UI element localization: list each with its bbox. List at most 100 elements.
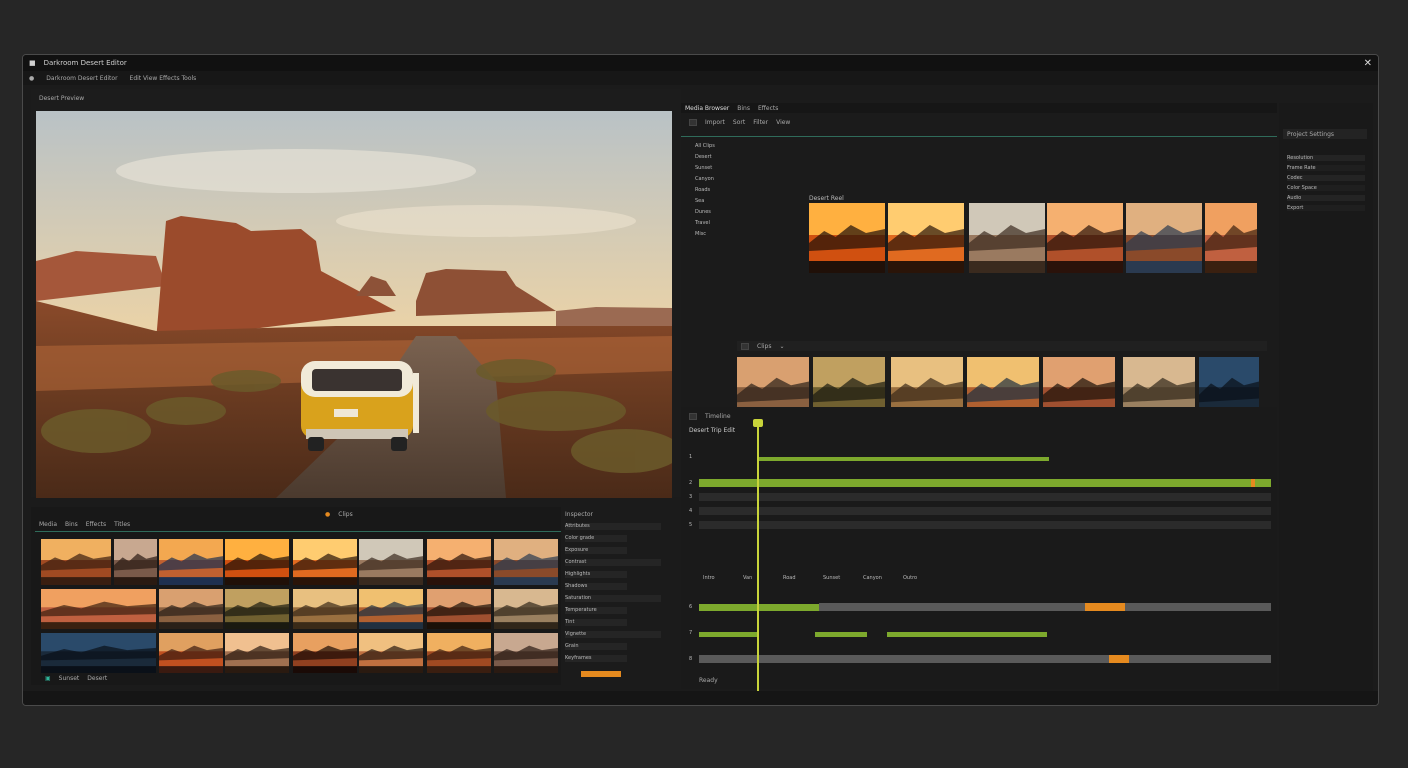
library-thumbnail[interactable] [1205,203,1257,273]
clip-thumbnail[interactable] [159,539,223,585]
close-icon[interactable]: ✕ [1364,58,1372,69]
timeline-marker[interactable]: Road [783,575,796,581]
timeline-track[interactable] [699,453,1271,461]
menu-item-edit[interactable]: Edit View Effects Tools [130,75,197,82]
settings-row[interactable]: Frame Rate [1287,165,1365,171]
clip-thumbnail[interactable] [359,539,423,585]
inspector-row[interactable]: Exposure [565,547,627,554]
sidebar-item[interactable]: Misc [695,231,706,237]
toolbar-filter[interactable]: Filter [753,119,768,126]
sidebar-item[interactable]: Sea [695,198,704,204]
library-thumbnail[interactable] [969,203,1045,273]
tab-lib-effects[interactable]: Effects [758,105,778,112]
timeline-marker[interactable]: Van [743,575,752,581]
tab-media-browser[interactable]: Media Browser [685,105,729,112]
clip-thumbnail[interactable] [114,539,157,585]
inspector-row[interactable]: Attributes [565,523,661,530]
timeline-track[interactable] [699,603,1271,611]
marker-clip[interactable] [1109,655,1129,663]
clip-thumbnail[interactable] [494,633,558,673]
toolbar-view[interactable]: View [776,119,790,126]
clip-thumbnail[interactable] [427,633,491,673]
sidebar-item[interactable]: Travel [695,220,710,226]
library-thumbnail[interactable] [1126,203,1202,273]
library-thumbnail[interactable] [888,203,964,273]
clip-thumbnail[interactable] [159,589,223,629]
clip-thumbnail[interactable] [359,589,423,629]
timeline-marker[interactable]: Sunset [823,575,840,581]
import-icon[interactable] [689,118,697,126]
tab-lib-bins[interactable]: Bins [737,105,750,112]
inspector-row[interactable]: Vignette [565,631,661,638]
timeline-marker[interactable]: Outro [903,575,917,581]
clip-thumbnail[interactable] [427,589,491,629]
toolbar-sort[interactable]: Sort [733,119,745,126]
audio-clip[interactable] [819,603,1271,611]
grid-icon[interactable]: ▣ [45,675,51,682]
clip-thumbnail[interactable] [494,539,558,585]
inspector-row[interactable]: Contrast [565,559,661,566]
inspector-row[interactable]: Grain [565,643,627,650]
inspector-row[interactable]: Color grade [565,535,627,542]
inspector-row[interactable]: Temperature [565,607,627,614]
timeline-track[interactable] [699,655,1271,663]
audio-waveform[interactable] [887,632,1047,637]
settings-row[interactable]: Color Space [1287,185,1365,191]
inspector-row[interactable]: Tint [565,619,627,626]
menu-item-project[interactable]: Darkroom Desert Editor [46,75,117,82]
timeline-marker[interactable]: Intro [703,575,715,581]
clip-thumbnail[interactable] [225,539,289,585]
timeline-track[interactable] [699,493,1271,501]
inspector-row[interactable]: Saturation [565,595,661,602]
clip-thumbnail[interactable] [293,633,357,673]
library-thumbnail[interactable] [1047,203,1123,273]
inspector-row[interactable]: Shadows [565,583,627,590]
clip-thumbnail[interactable] [41,589,156,629]
tab-media[interactable]: Media [39,521,57,528]
playhead-handle[interactable] [753,419,763,427]
audio-waveform[interactable] [699,603,819,611]
timeline-track[interactable] [699,479,1271,487]
audio-waveform[interactable] [815,632,867,637]
clip-thumbnail[interactable] [159,633,223,673]
settings-row[interactable]: Export [1287,205,1365,211]
clip-thumbnail[interactable] [427,539,491,585]
timeline-marker[interactable]: Canyon [863,575,882,581]
menu-logo-icon[interactable]: ● [29,75,34,82]
clip-thumbnail[interactable] [41,633,156,673]
preview-frame[interactable] [36,111,672,498]
clip-thumbnail[interactable] [41,539,111,585]
inspector-row[interactable]: Keyframes [565,655,627,662]
filter-icon[interactable] [741,342,749,350]
toolbar-import[interactable]: Import [705,119,725,126]
settings-row[interactable]: Codec [1287,175,1365,181]
sidebar-item[interactable]: Sunset [695,165,712,171]
playhead[interactable] [757,423,759,691]
clip-thumbnail[interactable] [494,589,558,629]
tab-titles[interactable]: Titles [114,521,130,528]
settings-row[interactable]: Audio [1287,195,1365,201]
video-clip[interactable] [699,479,1271,487]
inspector-row[interactable]: Highlights [565,571,627,578]
timeline-track[interactable] [699,629,1271,637]
timeline-track[interactable] [699,507,1271,515]
sidebar-item[interactable]: Dunes [695,209,711,215]
tab-effects[interactable]: Effects [86,521,106,528]
snap-icon[interactable] [689,412,697,420]
audio-waveform[interactable] [759,457,1049,461]
timeline-track[interactable] [699,521,1271,529]
clip-thumbnail[interactable] [359,633,423,673]
clip-thumbnail[interactable] [293,589,357,629]
sidebar-item[interactable]: All Clips [695,143,715,149]
clip-thumbnail[interactable] [225,633,289,673]
marker-clip[interactable] [1085,603,1125,611]
settings-row[interactable]: Resolution [1287,155,1365,161]
sidebar-item[interactable]: Canyon [695,176,714,182]
audio-clip[interactable] [699,655,1271,663]
audio-waveform[interactable] [699,632,759,637]
dropdown-chevron-icon[interactable]: ⌄ [779,343,784,350]
tab-bins[interactable]: Bins [65,521,78,528]
clip-thumbnail[interactable] [225,589,289,629]
library-thumbnail[interactable] [809,203,885,273]
clip-thumbnail[interactable] [293,539,357,585]
